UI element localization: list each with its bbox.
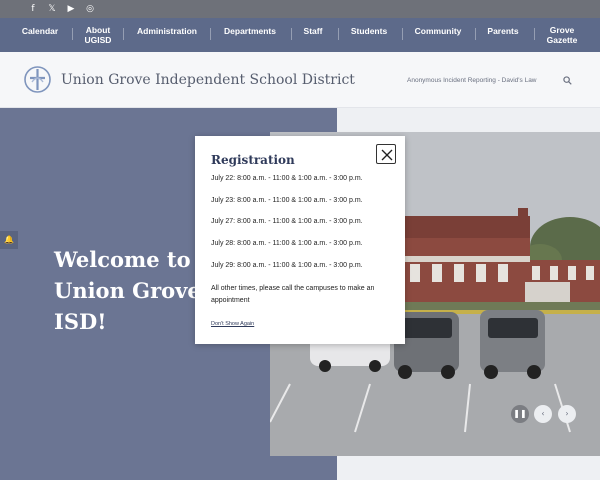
welcome-heading: Welcome to Union Grove ISD! [54,247,201,334]
dont-show-again-link[interactable]: Don't Show Again [211,321,254,327]
nav-item-administration[interactable]: Administration [132,26,202,36]
nav-separator [534,28,535,40]
nav-separator [123,28,124,40]
nav-item-community[interactable]: Community [410,26,466,36]
x-icon[interactable]: 𝕏 [47,3,57,15]
nav-separator [402,28,403,40]
pause-icon[interactable]: ❚❚ [511,405,529,423]
nav-separator [210,28,211,40]
site-header: Union Grove Independent School District … [0,52,600,108]
schedule-line: July 27: 8:00 a.m. - 11:00 & 1:00 a.m. -… [211,218,363,225]
main-nav: Calendar About UGISD Administration Depa… [0,18,600,52]
schedule-line: July 22: 8:00 a.m. - 11:00 & 1:00 a.m. -… [211,175,363,182]
chevron-left-icon[interactable]: ‹ [534,405,552,423]
nav-item-staff[interactable]: Staff [298,26,328,36]
chevron-right-icon[interactable]: › [558,405,576,423]
schedule-line: July 29: 8:00 a.m. - 11:00 & 1:00 a.m. -… [211,262,363,269]
facebook-icon[interactable]: f [28,3,38,15]
schedule-line: July 23: 8:00 a.m. - 11:00 & 1:00 a.m. -… [211,197,363,204]
social-icons: f 𝕏 ▶ ◎ [28,3,95,15]
modal-title: Registration [211,153,295,167]
social-bar: f 𝕏 ▶ ◎ [0,0,600,18]
site-title[interactable]: Union Grove Independent School District [61,72,355,88]
nav-item-departments[interactable]: Departments [218,26,282,36]
nav-separator [72,28,73,40]
nav-separator [338,28,339,40]
instagram-icon[interactable]: ◎ [85,3,95,15]
close-icon[interactable] [376,144,396,164]
youtube-icon[interactable]: ▶ [66,3,76,15]
district-logo-icon[interactable] [24,66,51,93]
nav-item-parents[interactable]: Parents [482,26,524,36]
nav-separator [291,28,292,40]
bell-icon[interactable]: 🔔 [0,231,18,249]
nav-item-calendar[interactable]: Calendar [18,26,62,36]
nav-item-students[interactable]: Students [346,26,392,36]
registration-modal: Registration July 22: 8:00 a.m. - 11:00 … [195,136,405,344]
nav-separator [475,28,476,40]
nav-item-grove-gazette[interactable]: Grove Gazette [544,25,580,45]
incident-reporting-link[interactable]: Anonymous Incident Reporting - David's L… [407,77,537,84]
search-icon[interactable] [563,76,572,85]
modal-note: All other times, please call the campuse… [211,285,375,304]
schedule-line: July 28: 8:00 a.m. - 11:00 & 1:00 a.m. -… [211,240,363,247]
nav-item-about[interactable]: About UGISD [80,25,116,45]
